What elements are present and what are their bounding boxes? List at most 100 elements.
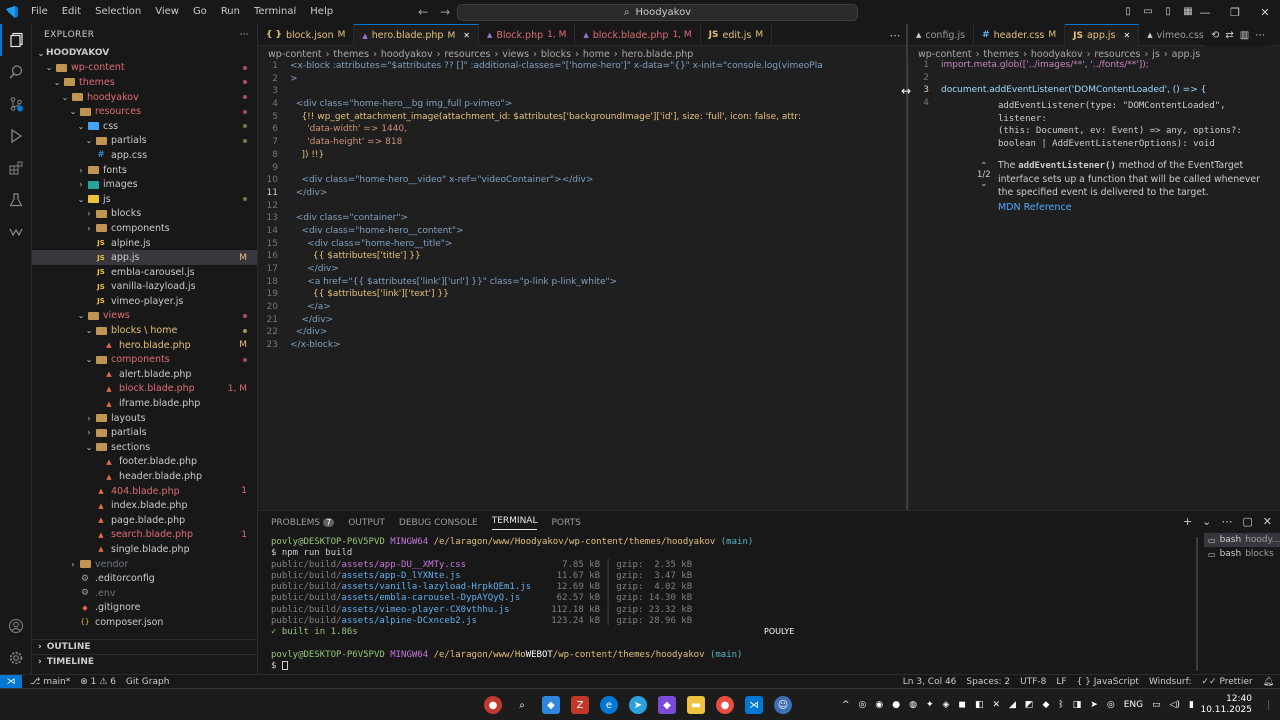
- vscode-taskbar-icon[interactable]: ⋊: [745, 696, 763, 714]
- panel-tab-output[interactable]: OUTPUT: [348, 518, 385, 528]
- panel-tab-problems[interactable]: PROBLEMS 7: [271, 518, 335, 528]
- tree-file[interactable]: JS vimeo-player.js: [32, 294, 257, 309]
- tree-file[interactable]: ▲ 404.blade.php 1: [32, 484, 257, 499]
- panel-tab-terminal[interactable]: TERMINAL: [491, 516, 538, 530]
- indentation[interactable]: Spaces: 2: [966, 677, 1010, 687]
- testing-icon[interactable]: [0, 184, 32, 216]
- show-desktop-button[interactable]: [1268, 700, 1274, 710]
- tree-file[interactable]: ▲ block.blade.php 1, M: [32, 382, 257, 397]
- overload-counter[interactable]: ⌃ 1/2 ⌄: [977, 162, 991, 189]
- menu-item-selection[interactable]: Selection: [88, 0, 148, 24]
- toggle-secondary-sidebar-icon[interactable]: ▯: [1160, 0, 1176, 24]
- tree-folder[interactable]: › blocks: [32, 207, 257, 222]
- close-tab-icon[interactable]: ✕: [1123, 31, 1130, 40]
- tree-folder[interactable]: ⌄ sections: [32, 440, 257, 455]
- tree-file[interactable]: ▲ index.blade.php: [32, 498, 257, 513]
- breadcrumb-item[interactable]: views: [502, 49, 529, 60]
- clock[interactable]: 12:40 10.11.2025: [1200, 694, 1252, 716]
- manage-gear-icon[interactable]: [0, 642, 32, 674]
- editor-tab[interactable]: ▲ hero.blade.php M ✕: [354, 24, 479, 46]
- language-indicator[interactable]: ENG: [1124, 700, 1143, 710]
- tree-folder[interactable]: › layouts: [32, 411, 257, 426]
- menu-item-run[interactable]: Run: [214, 0, 247, 24]
- search-view-icon[interactable]: [0, 56, 32, 88]
- breadcrumb-item[interactable]: wp-content: [268, 49, 322, 60]
- tree-file[interactable]: JS alpine.js: [32, 236, 257, 251]
- tray-app-icon[interactable]: ◎: [859, 700, 867, 710]
- filezilla-icon[interactable]: Z: [571, 696, 589, 714]
- discord-icon[interactable]: ◉: [875, 700, 883, 710]
- tree-file[interactable]: ▲ header.blade.php: [32, 469, 257, 484]
- more-actions-icon[interactable]: ⋯: [240, 30, 249, 40]
- breadcrumb-item[interactable]: hoodyakov: [381, 49, 433, 60]
- split-editor-icon[interactable]: ▥: [1240, 30, 1249, 41]
- avatar-app-icon[interactable]: ●: [484, 696, 502, 714]
- close-icon[interactable]: ✕: [1250, 0, 1280, 24]
- breadcrumb-item[interactable]: home: [583, 49, 610, 60]
- workspace-root[interactable]: ⌄ HOODYAKOV: [32, 46, 257, 61]
- mdn-reference-link[interactable]: MDN Reference: [989, 202, 1279, 213]
- tree-folder[interactable]: › partials: [32, 425, 257, 440]
- editor-tab[interactable]: ▲ config.js: [908, 24, 975, 46]
- search-icon[interactable]: ⌕: [513, 696, 531, 714]
- tree-folder[interactable]: ⌄ blocks \ home: [32, 323, 257, 338]
- terminal-input-line[interactable]: $: [271, 661, 1188, 672]
- restore-icon[interactable]: ❐: [1220, 0, 1250, 24]
- tray-chevron-icon[interactable]: ^: [842, 700, 850, 710]
- account-icon[interactable]: [0, 610, 32, 642]
- tree-folder[interactable]: › vendor: [32, 557, 257, 572]
- maximize-panel-icon[interactable]: ▢: [1242, 515, 1252, 528]
- steam-icon[interactable]: ◍: [909, 700, 917, 710]
- editor-tab[interactable]: ▲ Block.php 1, M: [479, 24, 576, 46]
- language-mode[interactable]: { } JavaScript: [1077, 677, 1139, 687]
- menu-item-file[interactable]: File: [24, 0, 55, 24]
- tree-folder[interactable]: › images: [32, 177, 257, 192]
- telegram-icon[interactable]: ➤: [629, 696, 647, 714]
- breadcrumb-item[interactable]: wp-content: [918, 49, 972, 60]
- tree-file[interactable]: ▲ hero.blade.php M: [32, 338, 257, 353]
- volume-icon[interactable]: ◁): [1170, 700, 1180, 710]
- tree-folder[interactable]: ⌄ css: [32, 119, 257, 134]
- toggle-primary-sidebar-icon[interactable]: ▯: [1120, 0, 1136, 24]
- panel-tab-ports[interactable]: PORTS: [551, 518, 580, 528]
- tray-app-icon[interactable]: ●: [892, 700, 900, 710]
- more-actions-icon[interactable]: ⋯: [1255, 30, 1265, 41]
- tree-folder[interactable]: ⌄ partials: [32, 134, 257, 149]
- prettier-status[interactable]: ✓✓ Prettier: [1202, 677, 1253, 687]
- git-graph-button[interactable]: Git Graph: [126, 677, 169, 687]
- extensions-icon[interactable]: [0, 152, 32, 184]
- file-explorer-icon[interactable]: ▬: [687, 696, 705, 714]
- breadcrumb-item[interactable]: blocks: [541, 49, 571, 60]
- tray-app-icon[interactable]: ◩: [1025, 700, 1034, 710]
- breadcrumb-item[interactable]: themes: [333, 49, 369, 60]
- app-blue-icon[interactable]: ◆: [542, 696, 560, 714]
- open-changes-icon[interactable]: ⇄: [1225, 30, 1233, 41]
- command-center-search[interactable]: ⌕ Hoodyakov: [457, 4, 858, 21]
- editor-tab[interactable]: JS edit.js M: [701, 24, 773, 46]
- breadcrumb-item[interactable]: resources: [1094, 49, 1140, 60]
- windsurf-status[interactable]: Windsurf:: [1149, 677, 1192, 687]
- explorer-icon[interactable]: [0, 24, 32, 56]
- editor-tab[interactable]: ▲ vimeo.css: [1139, 24, 1213, 46]
- close-panel-icon[interactable]: ✕: [1263, 515, 1272, 528]
- menu-item-help[interactable]: Help: [303, 0, 340, 24]
- tree-file[interactable]: # app.css: [32, 148, 257, 163]
- tree-folder[interactable]: ⌄ wp-content: [32, 61, 257, 76]
- network-icon[interactable]: ▭: [1152, 700, 1161, 710]
- tree-folder[interactable]: › components: [32, 221, 257, 236]
- breadcrumb-item[interactable]: hoodyakov: [1031, 49, 1083, 60]
- tree-file[interactable]: ◆ .gitignore: [32, 601, 257, 616]
- tree-file[interactable]: ⚙ .env: [32, 586, 257, 601]
- tree-file[interactable]: ⚙ .editorconfig: [32, 571, 257, 586]
- bluetooth-icon[interactable]: ᛒ: [1058, 700, 1063, 710]
- cursor-position[interactable]: Ln 3, Col 46: [903, 677, 957, 687]
- branch-indicator[interactable]: ⎇ main*: [30, 677, 70, 687]
- tree-file[interactable]: JS app.js M: [32, 250, 257, 265]
- editor-more-actions-icon[interactable]: ⋯: [884, 24, 906, 46]
- close-tab-icon[interactable]: ✕: [463, 31, 470, 40]
- tray-app-icon[interactable]: ✕: [992, 700, 1000, 710]
- tree-folder[interactable]: ⌄ hoodyakov: [32, 90, 257, 105]
- minimize-icon[interactable]: —: [1190, 0, 1220, 24]
- tray-app-icon[interactable]: ◆: [1042, 700, 1049, 710]
- breadcrumb-item[interactable]: resources: [444, 49, 490, 60]
